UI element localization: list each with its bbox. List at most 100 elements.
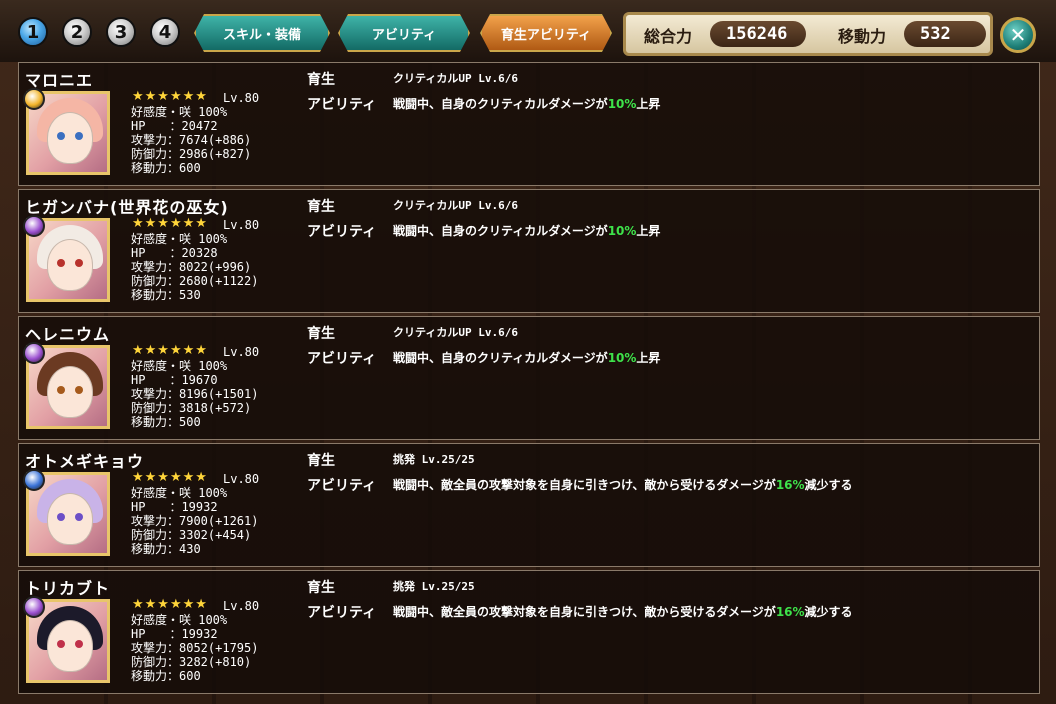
tab-skill-equipment[interactable]: スキル・装備 bbox=[194, 14, 330, 52]
element-icon bbox=[23, 215, 45, 237]
ability-label: アビリティ bbox=[307, 97, 377, 113]
element-icon bbox=[23, 88, 45, 110]
rarity-stars: ★★★★★★ bbox=[132, 216, 208, 231]
growth-label: 育生 bbox=[307, 199, 335, 215]
move-text: 移動力：430 bbox=[131, 542, 201, 556]
defense-text: 防御力：3302(+454) bbox=[131, 528, 252, 542]
portrait-eye-left bbox=[57, 513, 65, 521]
desc-highlight-value: 16% bbox=[775, 478, 805, 492]
ability-label: アビリティ bbox=[307, 605, 377, 621]
skill-name: 挑発 Lv.25/25 bbox=[393, 453, 475, 466]
desc-text: 戦闘中、敵全員の攻撃対象を自身に引きつけ、敵から受けるダメージが bbox=[393, 478, 776, 492]
character-name: オトメギキョウ bbox=[25, 452, 145, 471]
attack-text: 攻撃力：7674(+886) bbox=[131, 133, 252, 147]
growth-label: 育生 bbox=[307, 580, 335, 596]
level-text: Lv.80 bbox=[223, 472, 260, 486]
skill-name: 挑発 Lv.25/25 bbox=[393, 580, 475, 593]
growth-label: 育生 bbox=[307, 326, 335, 342]
portrait-eye-right bbox=[75, 259, 83, 267]
tab-skill-equipment-label: スキル・装備 bbox=[222, 27, 301, 43]
move-power-label: 移動力 bbox=[838, 27, 887, 46]
attack-text: 攻撃力：8022(+996) bbox=[131, 260, 252, 274]
desc-highlight-value: 16% bbox=[775, 605, 805, 619]
desc-highlight-value: 10% bbox=[607, 97, 637, 111]
level-text: Lv.80 bbox=[223, 218, 260, 232]
character-row[interactable]: トリカブト ★★★★★★ Lv.80 好感度・咲 100% HP ：19932 … bbox=[18, 570, 1040, 694]
rarity-stars: ★★★★★★ bbox=[132, 470, 208, 485]
ability-label: アビリティ bbox=[307, 351, 377, 367]
character-portrait[interactable] bbox=[23, 469, 110, 556]
affinity-text: 好感度・咲 100% bbox=[131, 359, 228, 373]
portrait-eye-left bbox=[57, 132, 65, 140]
hp-text: HP ：19932 bbox=[131, 627, 218, 641]
character-row[interactable]: オトメギキョウ ★★★★★★ Lv.80 好感度・咲 100% HP ：1993… bbox=[18, 443, 1040, 567]
defense-text: 防御力：2680(+1122) bbox=[131, 274, 259, 288]
total-power-value: 156246 bbox=[726, 24, 788, 44]
party-button-2[interactable]: 2 bbox=[62, 17, 92, 47]
character-row[interactable]: マロニエ ★★★★★★ Lv.80 好感度・咲 100% HP ：20472 攻… bbox=[18, 62, 1040, 186]
character-list: マロニエ ★★★★★★ Lv.80 好感度・咲 100% HP ：20472 攻… bbox=[18, 62, 1040, 697]
ability-description: 戦闘中、敵全員の攻撃対象を自身に引きつけ、敵から受けるダメージが16%減少する bbox=[393, 476, 853, 493]
portrait-face bbox=[47, 112, 93, 164]
portrait-eye-left bbox=[57, 259, 65, 267]
character-portrait[interactable] bbox=[23, 596, 110, 683]
skill-name: クリティカルUP Lv.6/6 bbox=[393, 326, 518, 339]
desc-suffix: 上昇 bbox=[636, 97, 661, 111]
ability-description: 戦闘中、自身のクリティカルダメージが10%上昇 bbox=[393, 349, 660, 366]
tab-ability[interactable]: アビリティ bbox=[338, 14, 470, 52]
move-power-value: 532 bbox=[920, 24, 951, 44]
rarity-stars: ★★★★★★ bbox=[132, 89, 208, 104]
party-button-3[interactable]: 3 bbox=[106, 17, 136, 47]
portrait-eye-right bbox=[75, 132, 83, 140]
close-icon: ✕ bbox=[1009, 23, 1027, 47]
growth-label: 育生 bbox=[307, 453, 335, 469]
party-button-1[interactable]: 1 bbox=[18, 17, 48, 47]
desc-suffix: 上昇 bbox=[636, 351, 661, 365]
portrait-eye-left bbox=[57, 640, 65, 648]
portrait-face bbox=[47, 366, 93, 418]
character-row[interactable]: ヒガンバナ(世界花の巫女) ★★★★★★ Lv.80 好感度・咲 100% HP… bbox=[18, 189, 1040, 313]
rarity-stars: ★★★★★★ bbox=[132, 343, 208, 358]
hp-text: HP ：20472 bbox=[131, 119, 218, 133]
party-button-4[interactable]: 4 bbox=[150, 17, 180, 47]
top-bar: 1 2 3 4 スキル・装備 アビリティ 育生アビリティ 総合力 156246 … bbox=[0, 0, 1056, 62]
attack-text: 攻撃力：8196(+1501) bbox=[131, 387, 259, 401]
tab-ability-label: アビリティ bbox=[371, 27, 437, 43]
character-portrait[interactable] bbox=[23, 88, 110, 175]
desc-suffix: 減少する bbox=[804, 605, 853, 619]
character-portrait[interactable] bbox=[23, 215, 110, 302]
defense-text: 防御力：3282(+810) bbox=[131, 655, 252, 669]
affinity-text: 好感度・咲 100% bbox=[131, 105, 228, 119]
portrait-face bbox=[47, 620, 93, 672]
ability-description: 戦闘中、自身のクリティカルダメージが10%上昇 bbox=[393, 95, 660, 112]
desc-text: 戦闘中、自身のクリティカルダメージが bbox=[393, 224, 608, 238]
hp-text: HP ：20328 bbox=[131, 246, 218, 260]
attack-text: 攻撃力：7900(+1261) bbox=[131, 514, 259, 528]
level-text: Lv.80 bbox=[223, 599, 260, 613]
total-power-label: 総合力 bbox=[644, 27, 693, 46]
attack-text: 攻撃力：8052(+1795) bbox=[131, 641, 259, 655]
move-text: 移動力：500 bbox=[131, 415, 201, 429]
character-name: ヒガンバナ(世界花の巫女) bbox=[25, 198, 229, 217]
move-text: 移動力：600 bbox=[131, 669, 201, 683]
skill-name: クリティカルUP Lv.6/6 bbox=[393, 72, 518, 85]
ability-label: アビリティ bbox=[307, 224, 377, 240]
desc-highlight-value: 10% bbox=[607, 351, 637, 365]
affinity-text: 好感度・咲 100% bbox=[131, 613, 228, 627]
character-portrait[interactable] bbox=[23, 342, 110, 429]
portrait-face bbox=[47, 239, 93, 291]
close-button[interactable]: ✕ bbox=[1000, 17, 1036, 53]
defense-text: 防御力：2986(+827) bbox=[131, 147, 252, 161]
portrait-eye-right bbox=[75, 513, 83, 521]
portrait-eye-right bbox=[75, 386, 83, 394]
desc-suffix: 上昇 bbox=[636, 224, 661, 238]
tab-growth-ability[interactable]: 育生アビリティ bbox=[480, 14, 612, 52]
desc-text: 戦闘中、敵全員の攻撃対象を自身に引きつけ、敵から受けるダメージが bbox=[393, 605, 776, 619]
affinity-text: 好感度・咲 100% bbox=[131, 486, 228, 500]
character-row[interactable]: ヘレニウム ★★★★★★ Lv.80 好感度・咲 100% HP ：19670 … bbox=[18, 316, 1040, 440]
element-icon bbox=[23, 469, 45, 491]
portrait-eye-left bbox=[57, 386, 65, 394]
desc-highlight-value: 10% bbox=[607, 224, 637, 238]
hp-text: HP ：19932 bbox=[131, 500, 218, 514]
move-text: 移動力：600 bbox=[131, 161, 201, 175]
